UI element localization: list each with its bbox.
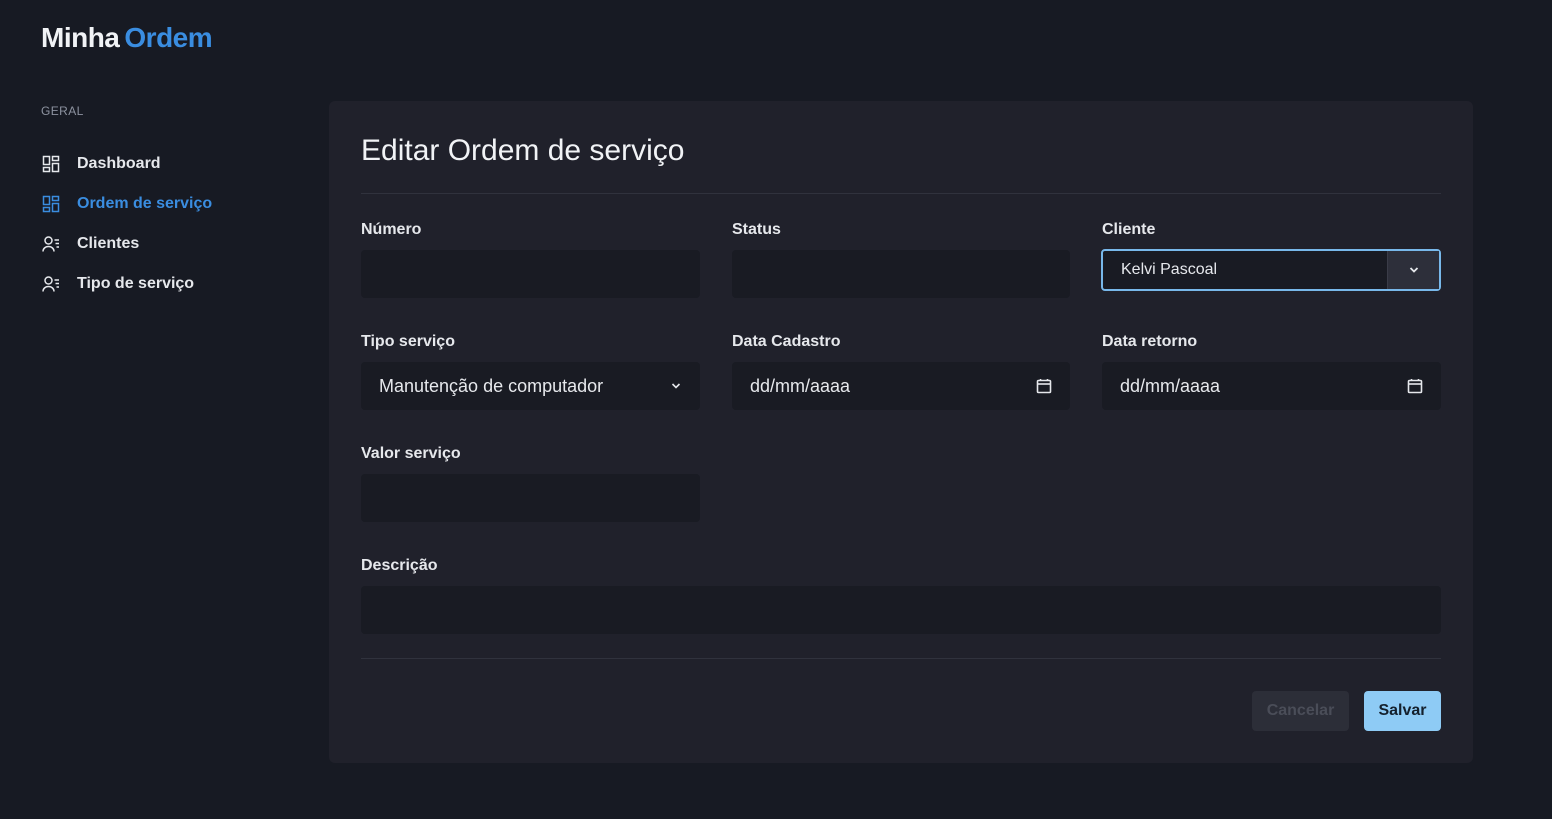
cliente-label: Cliente — [1102, 221, 1156, 238]
numero-input[interactable] — [361, 250, 700, 298]
title-divider — [361, 193, 1441, 194]
tipo-servico-value: Manutenção de computador — [379, 375, 604, 396]
sidebar-item-clientes[interactable]: Clientes — [41, 224, 301, 264]
sidebar-item-label: Dashboard — [77, 155, 161, 172]
valor-servico-label: Valor serviço — [361, 445, 461, 462]
data-cadastro-label: Data Cadastro — [732, 333, 841, 350]
valor-servico-input[interactable] — [361, 474, 700, 522]
descricao-label: Descrição — [361, 557, 438, 574]
cliente-value: Kelvi Pascoal — [1121, 261, 1218, 278]
status-label: Status — [732, 221, 781, 238]
sidebar-item-label: Tipo de serviço — [77, 275, 195, 292]
calendar-icon[interactable] — [1407, 378, 1423, 394]
calendar-icon[interactable] — [1036, 378, 1052, 394]
sidebar-item-label: Ordem de serviço — [77, 195, 213, 212]
status-input[interactable] — [732, 250, 1070, 298]
data-retorno-input[interactable]: dd/mm/aaaa — [1102, 362, 1441, 410]
app-logo[interactable]: Minha Ordem — [41, 21, 213, 55]
user-list-icon — [41, 234, 61, 254]
cliente-select[interactable]: Kelvi Pascoal — [1101, 249, 1441, 291]
tipo-servico-select[interactable]: Manutenção de computador — [361, 362, 700, 410]
logo-part-ordem: Ordem — [124, 22, 213, 53]
data-cadastro-input[interactable]: dd/mm/aaaa — [732, 362, 1070, 410]
data-cadastro-value: dd/mm/aaaa — [750, 375, 851, 396]
numero-label: Número — [361, 221, 422, 238]
logo-part-minha: Minha — [41, 22, 120, 53]
chevron-down-icon — [1408, 264, 1420, 276]
dashboard-icon — [41, 194, 61, 214]
sidebar-nav: Dashboard Ordem de serviço Clientes Tipo… — [41, 144, 301, 304]
edit-form-card: Editar Ordem de serviço Número Status Cl… — [329, 101, 1473, 763]
cliente-dropdown-button[interactable] — [1387, 251, 1439, 289]
user-list-icon — [41, 274, 61, 294]
sidebar-item-label: Clientes — [77, 235, 140, 252]
save-button[interactable]: Salvar — [1364, 691, 1441, 731]
sidebar-item-ordem-de-servico[interactable]: Ordem de serviço — [41, 184, 301, 224]
data-retorno-value: dd/mm/aaaa — [1120, 375, 1221, 396]
data-retorno-label: Data retorno — [1102, 333, 1198, 350]
cancel-button[interactable]: Cancelar — [1252, 691, 1349, 731]
chevron-down-icon — [670, 380, 682, 392]
sidebar-item-dashboard[interactable]: Dashboard — [41, 144, 301, 184]
footer-divider — [361, 658, 1441, 659]
page-title: Editar Ordem de serviço — [361, 134, 685, 167]
tipo-servico-label: Tipo serviço — [361, 333, 455, 350]
sidebar-item-tipo-de-servico[interactable]: Tipo de serviço — [41, 264, 301, 304]
sidebar-section-label: GERAL — [41, 104, 84, 118]
descricao-input[interactable] — [361, 586, 1441, 634]
dashboard-icon — [41, 154, 61, 174]
